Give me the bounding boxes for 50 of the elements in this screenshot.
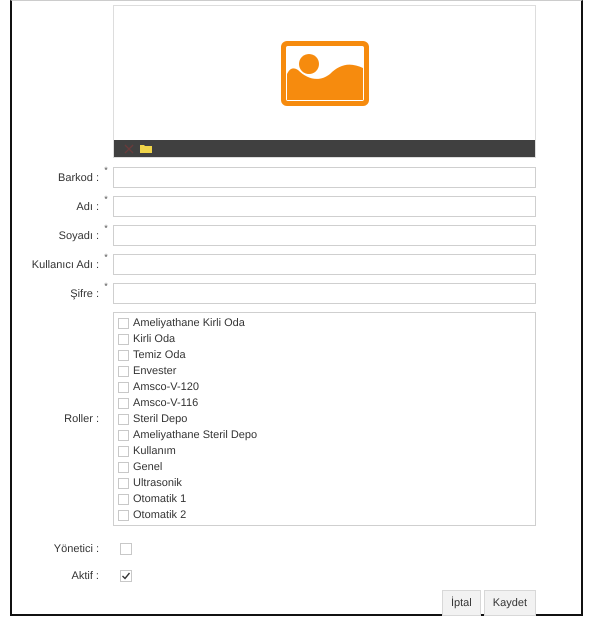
required-marker: * <box>104 165 108 175</box>
checkbox[interactable] <box>118 510 129 520</box>
role-option[interactable]: Otomatik 1 <box>118 491 531 507</box>
checkbox[interactable] <box>118 414 129 424</box>
field-label: Yönetici : <box>54 542 99 554</box>
role-option[interactable]: Ultrasonik <box>118 475 531 491</box>
role-option[interactable]: Ameliyathane Steril Depo <box>118 427 531 443</box>
checkbox[interactable] <box>118 462 129 472</box>
checkbox[interactable] <box>118 318 129 328</box>
checkbox[interactable] <box>120 570 132 582</box>
close-icon[interactable] <box>124 144 134 154</box>
save-button[interactable]: Kaydet <box>484 590 536 616</box>
field-label: Aktif : <box>71 570 99 582</box>
checkbox[interactable] <box>118 382 129 392</box>
checkbox[interactable] <box>118 350 129 360</box>
role-option[interactable]: Otomatik 2 <box>118 507 531 523</box>
field-label: Kullanıcı Adı : <box>32 258 99 270</box>
role-option[interactable]: Ameliyathane Kirli Oda <box>118 315 531 331</box>
role-option[interactable]: Envester <box>118 363 531 379</box>
input-field[interactable] <box>113 254 536 275</box>
folder-icon[interactable] <box>140 144 152 153</box>
role-option[interactable]: Steril Depo <box>118 411 531 427</box>
input-field[interactable] <box>113 283 536 304</box>
checkbox[interactable] <box>120 543 132 555</box>
input-field[interactable] <box>113 196 536 217</box>
required-marker: * <box>104 252 108 262</box>
checkbox[interactable] <box>118 478 129 488</box>
field-label: Şifre : <box>70 288 99 300</box>
role-option[interactable]: Amsco-V-116 <box>118 395 531 411</box>
checkbox[interactable] <box>118 446 129 456</box>
required-marker: * <box>104 281 108 291</box>
role-option[interactable]: Genel <box>118 459 531 475</box>
required-marker: * <box>104 194 108 204</box>
checkbox[interactable] <box>118 430 129 440</box>
field-label: Soyadı : <box>58 230 99 242</box>
role-option[interactable]: Amsco-V-120 <box>118 379 531 395</box>
role-option[interactable]: Kirli Oda <box>118 331 531 347</box>
input-field[interactable] <box>113 167 536 188</box>
checkbox[interactable] <box>118 398 129 408</box>
required-marker: * <box>104 223 108 233</box>
input-field[interactable] <box>113 225 536 246</box>
checkbox[interactable] <box>118 494 129 504</box>
role-option[interactable]: Kullanım <box>118 443 531 459</box>
field-label: Barkod : <box>58 172 99 184</box>
cancel-button[interactable]: İptal <box>442 590 481 616</box>
checkbox[interactable] <box>118 366 129 376</box>
checkbox[interactable] <box>118 334 129 344</box>
role-option[interactable]: Temiz Oda <box>118 347 531 363</box>
field-label: Roller : <box>64 413 99 425</box>
field-label: Adı : <box>76 200 99 212</box>
